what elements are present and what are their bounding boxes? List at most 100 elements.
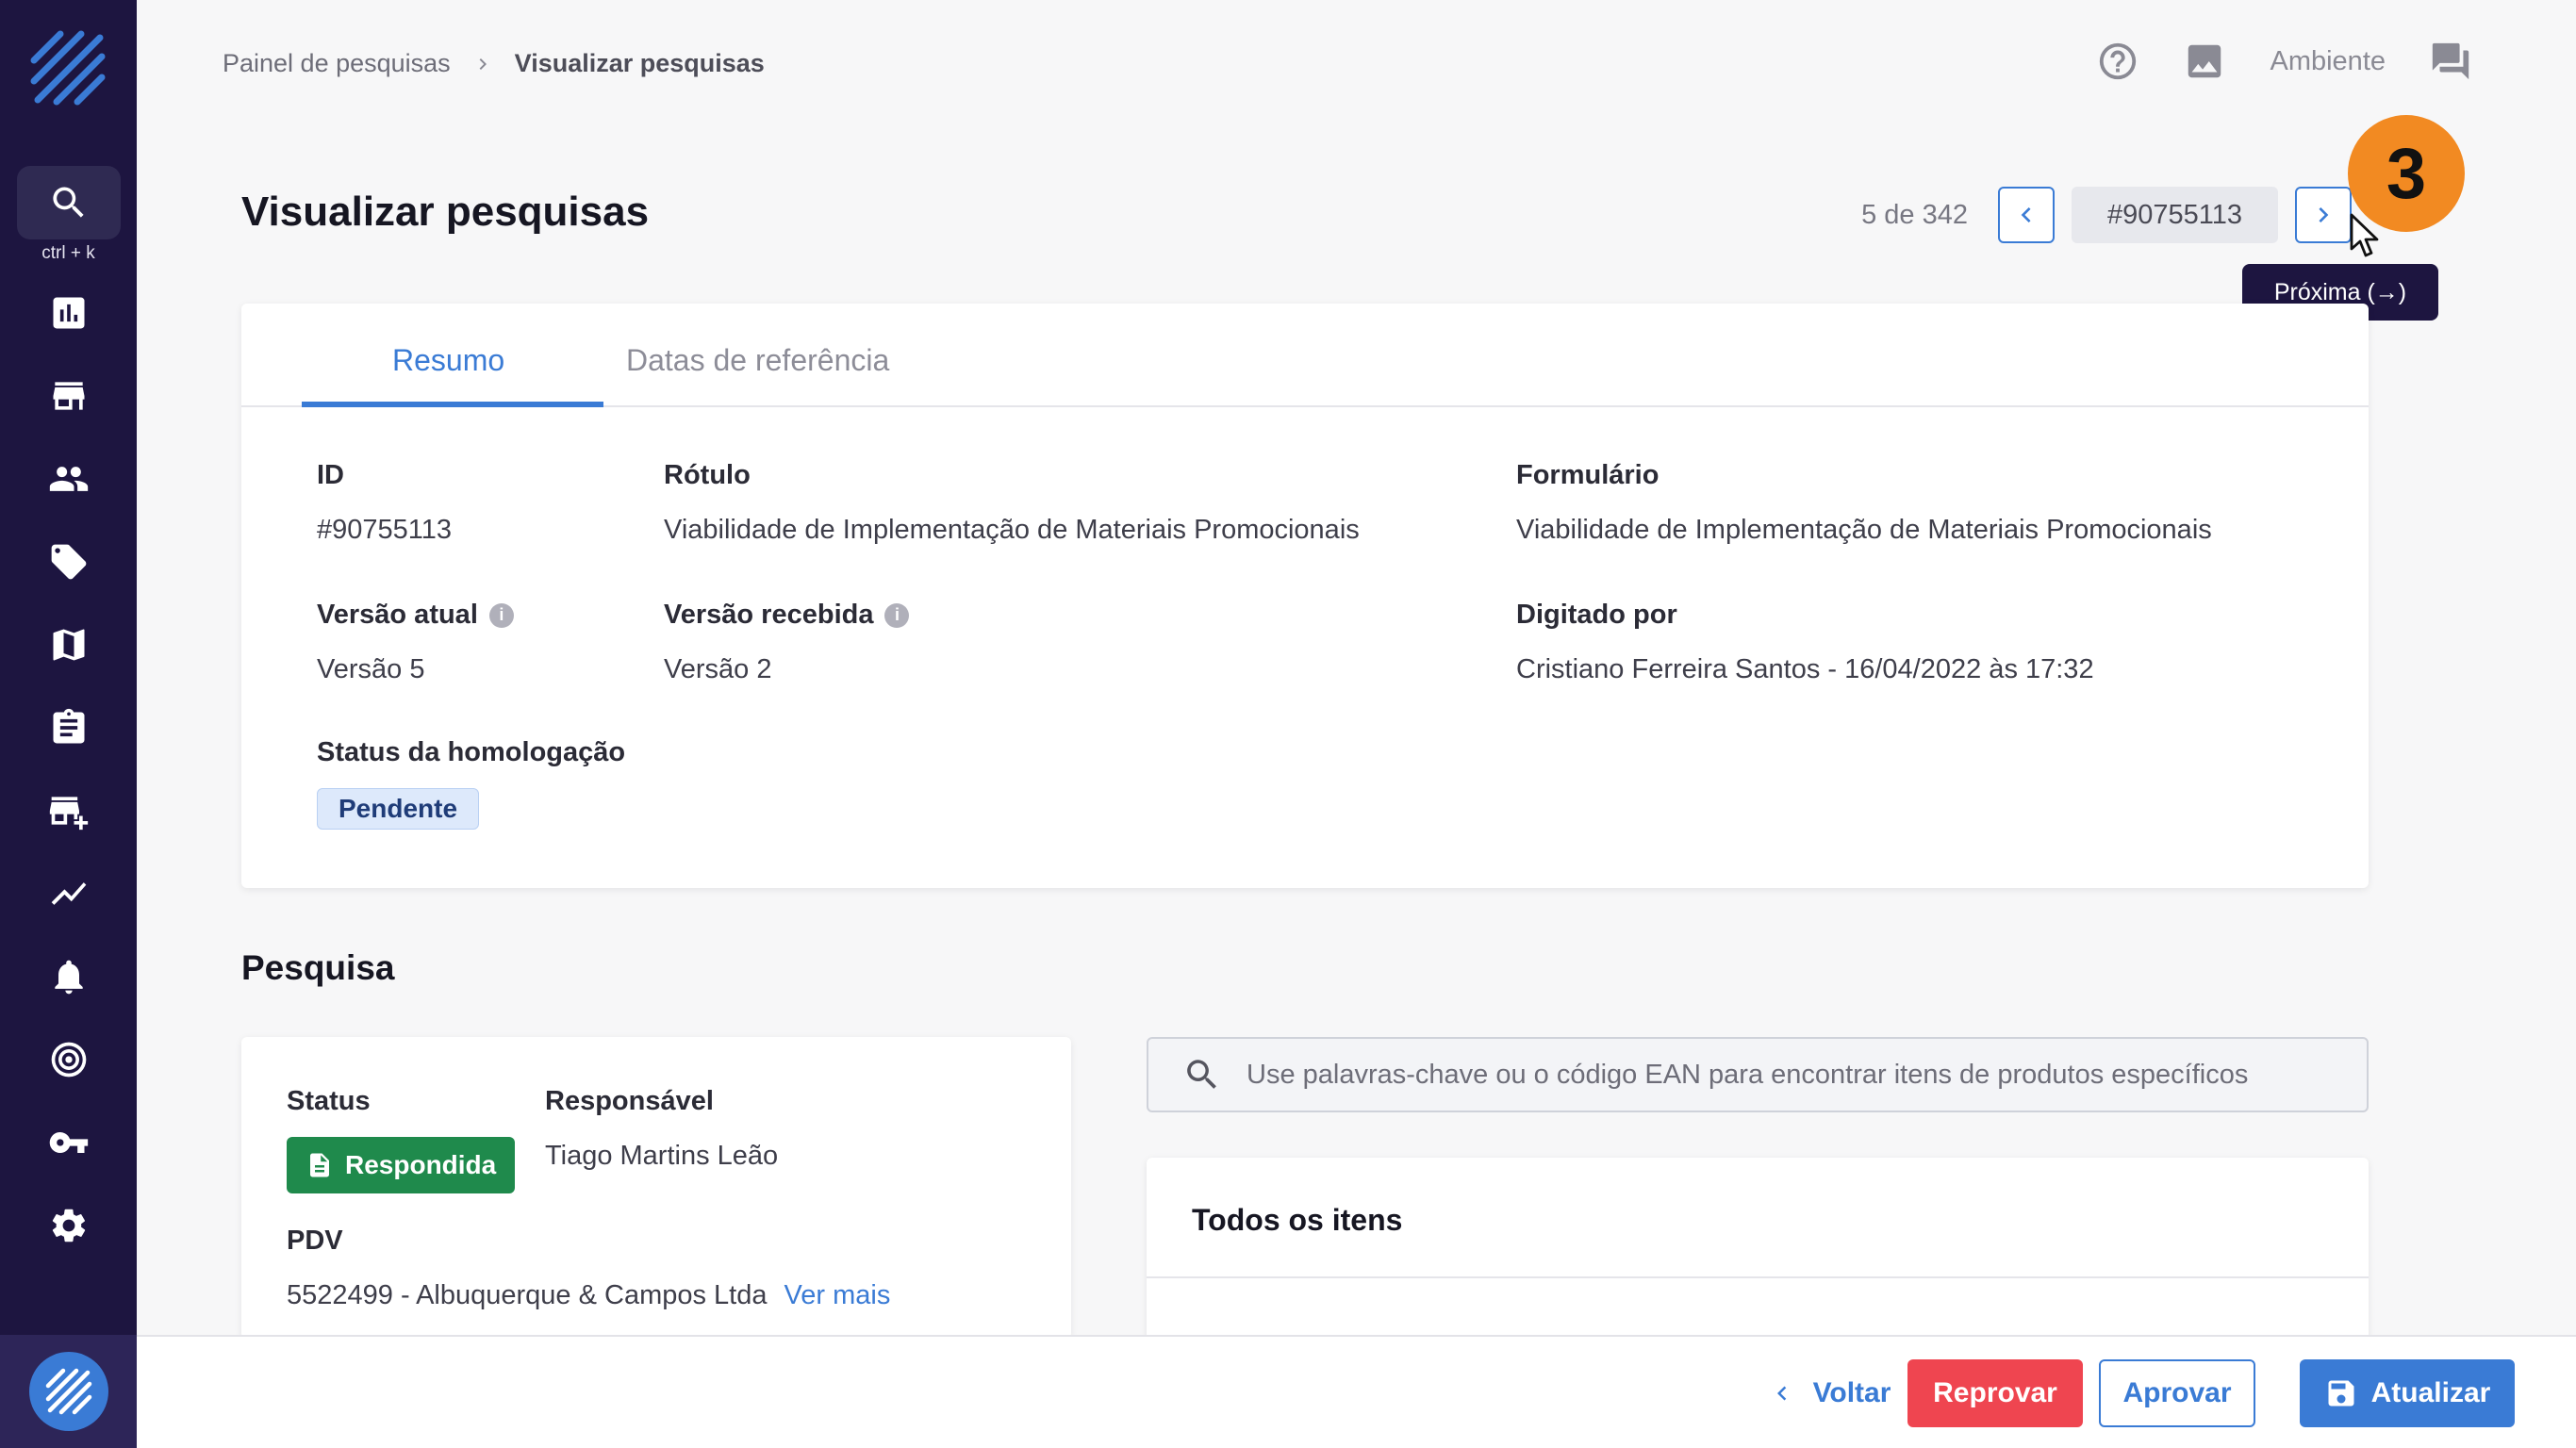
dashboard-icon <box>53 297 85 329</box>
digitado-por-label: Digitado por <box>1516 600 1677 630</box>
pdv-value-row: 5522499 - Albuquerque & Campos Ltda Ver … <box>287 1280 890 1311</box>
rotulo-label: Rótulo <box>664 460 751 490</box>
sidebar-item-people[interactable] <box>17 451 121 507</box>
mouse-cursor-icon <box>2350 213 2379 257</box>
items-card-title: Todos os itens <box>1192 1203 1403 1237</box>
app-mark-icon <box>45 1368 91 1415</box>
breadcrumb-current: Visualizar pesquisas <box>514 49 765 77</box>
chevron-right-icon <box>2319 207 2329 222</box>
image-icon[interactable] <box>2183 40 2226 83</box>
approve-button[interactable]: Aprovar <box>2099 1359 2255 1427</box>
key-icon <box>49 1132 89 1154</box>
action-footer: Voltar Reprovar Aprovar Atualizar <box>137 1335 2576 1448</box>
status-badge: Pendente <box>317 788 480 830</box>
versao-recebida-value: Versão 2 <box>664 654 772 684</box>
trend-icon <box>51 882 87 905</box>
versao-recebida-label-text: Versão recebida <box>664 600 874 630</box>
back-button-label: Voltar <box>1812 1377 1891 1408</box>
environment-selector[interactable]: Ambiente <box>2270 46 2386 77</box>
formulario-value: Viabilidade de Implementação de Materiai… <box>1516 515 2212 545</box>
chevron-left-icon <box>1776 1386 1786 1401</box>
record-pager: 5 de 342 #90755113 <box>1861 187 2352 243</box>
active-tab-indicator <box>302 402 603 407</box>
survey-info-card: Status Respondida Responsável Tiago Mart… <box>241 1037 1071 1339</box>
pdv-value: 5522499 - Albuquerque & Campos Ltda <box>287 1280 768 1310</box>
ver-mais-link[interactable]: Ver mais <box>784 1280 891 1310</box>
sidebar-footer <box>0 1335 137 1448</box>
tab-resumo[interactable]: Resumo <box>392 343 504 378</box>
chevron-left-icon <box>2021 207 2031 222</box>
add-business-icon <box>49 797 89 831</box>
sidebar-item-goals[interactable] <box>17 1031 121 1088</box>
user-avatar[interactable] <box>28 1352 108 1431</box>
people-icon <box>49 467 89 491</box>
survey-status-text: Respondida <box>345 1150 497 1179</box>
summary-tabs: Resumo Datas de referência <box>241 304 2369 407</box>
versao-atual-value: Versão 5 <box>317 654 425 684</box>
search-icon <box>53 187 84 218</box>
section-title: Pesquisa <box>241 948 395 987</box>
id-label: ID <box>317 460 344 490</box>
store-icon <box>53 382 85 410</box>
survey-status-label: Status <box>287 1086 371 1116</box>
sidebar-item-stores[interactable] <box>17 368 121 424</box>
previous-record-button[interactable] <box>1997 187 2055 243</box>
topbar-actions: Ambiente <box>2096 40 2472 83</box>
record-id-display: #90755113 <box>2071 187 2278 243</box>
sidebar-item-surveys[interactable] <box>17 699 121 756</box>
chevron-right-icon <box>479 58 487 70</box>
back-button[interactable]: Voltar <box>1740 1359 1919 1427</box>
save-icon <box>2328 1380 2354 1407</box>
sidebar-item-map[interactable] <box>17 617 121 673</box>
rotulo-value: Viabilidade de Implementação de Materiai… <box>664 515 1360 545</box>
sidebar-search-button[interactable] <box>17 166 121 239</box>
breadcrumb: Painel de pesquisas Visualizar pesquisas <box>223 49 765 78</box>
formulario-label: Formulário <box>1516 460 1660 490</box>
sidebar-item-add-business[interactable] <box>17 782 121 839</box>
search-icon <box>1187 1060 1216 1089</box>
divider <box>1147 1276 2369 1278</box>
sidebar-item-access[interactable] <box>17 1114 121 1171</box>
versao-recebida-label: Versão recebida i <box>664 600 910 631</box>
versao-atual-label: Versão atual i <box>317 600 514 631</box>
bell-icon <box>55 960 83 995</box>
app-logo-icon[interactable] <box>28 28 109 109</box>
clipboard-icon <box>53 708 85 744</box>
tag-icon <box>51 544 87 580</box>
items-search-input[interactable] <box>1247 1059 2359 1091</box>
summary-card: Resumo Datas de referência ID #90755113 … <box>241 304 2369 888</box>
versao-atual-label-text: Versão atual <box>317 600 478 630</box>
responsavel-label: Responsável <box>545 1086 714 1116</box>
gear-icon <box>52 1209 86 1242</box>
sidebar: ctrl + k <box>0 0 137 1448</box>
help-icon[interactable] <box>2096 40 2139 83</box>
search-shortcut-hint: ctrl + k <box>41 243 95 263</box>
chat-icon[interactable] <box>2429 40 2472 83</box>
survey-status-badge: Respondida <box>287 1137 516 1193</box>
sidebar-item-tags[interactable] <box>17 534 121 590</box>
digitado-por-value: Cristiano Ferreira Santos - 16/04/2022 à… <box>1516 654 2094 684</box>
id-value: #90755113 <box>317 515 453 545</box>
sidebar-item-dashboard[interactable] <box>17 285 121 341</box>
update-button-label: Atualizar <box>2370 1377 2491 1408</box>
items-card: Todos os itens <box>1147 1158 2369 1346</box>
breadcrumb-parent-link[interactable]: Painel de pesquisas <box>223 49 451 78</box>
info-icon[interactable]: i <box>884 602 910 628</box>
update-button[interactable]: Atualizar <box>2300 1359 2515 1427</box>
record-counter: 5 de 342 <box>1861 199 1968 230</box>
sidebar-item-analytics[interactable] <box>17 865 121 922</box>
items-search-field[interactable] <box>1147 1037 2369 1112</box>
info-icon[interactable]: i <box>488 602 514 628</box>
pdv-label: PDV <box>287 1226 343 1256</box>
document-icon <box>310 1153 329 1177</box>
target-icon <box>51 1042 87 1078</box>
tab-datas-referencia[interactable]: Datas de referência <box>626 343 889 378</box>
next-record-button[interactable] <box>2295 187 2352 243</box>
sidebar-item-notifications[interactable] <box>17 948 121 1005</box>
responsavel-value: Tiago Martins Leão <box>545 1141 779 1171</box>
status-homologacao-label: Status da homologação <box>317 737 626 767</box>
map-icon <box>53 629 85 661</box>
sidebar-item-settings[interactable] <box>17 1197 121 1254</box>
page-title: Visualizar pesquisas <box>241 189 650 235</box>
reject-button[interactable]: Reprovar <box>1907 1359 2083 1427</box>
